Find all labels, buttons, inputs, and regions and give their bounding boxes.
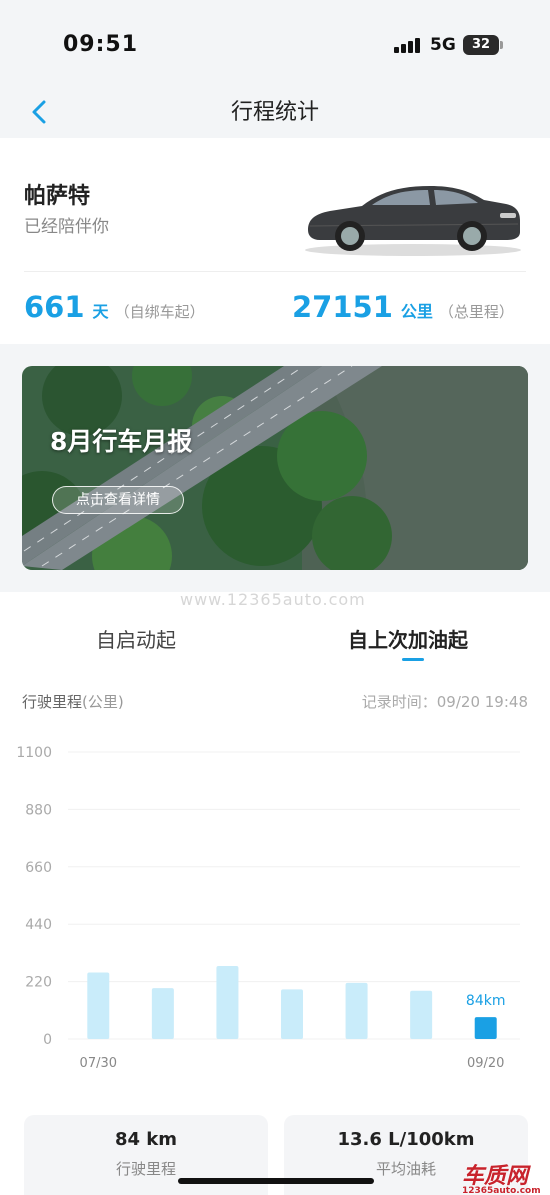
vehicle-card: 帕萨特 已经陪伴你 661 天 （自绑车起） 27151 公里 （总里程） — [0, 138, 550, 344]
days-value: 661 — [24, 290, 85, 324]
y-tick-label: 660 — [25, 860, 52, 876]
mileage-note: （总里程） — [438, 303, 514, 321]
network-type: 5G — [430, 35, 456, 55]
banner-title: 8月行车月报 — [50, 427, 193, 456]
x-tick-label: 07/30 — [80, 1056, 117, 1071]
car-image — [305, 186, 521, 256]
bar — [345, 982, 368, 1039]
bar — [281, 989, 303, 1039]
trip-stats-card: 自启动起 自上次加油起 行驶里程(公里) 记录时间：09/20 19:48 02… — [0, 592, 550, 1195]
vehicle-subtitle: 已经陪伴你 — [24, 217, 109, 237]
view-details-button[interactable]: 点击查看详情 — [52, 486, 184, 514]
battery-icon: 32 — [463, 35, 499, 55]
metric-distance-label: 行驶里程 — [115, 1160, 176, 1178]
bar — [410, 990, 433, 1039]
y-tick-label: 1100 — [16, 745, 52, 761]
bar — [151, 988, 174, 1039]
y-tick-label: 880 — [25, 802, 52, 818]
tab-since-start[interactable]: 自启动起 — [96, 624, 176, 653]
battery-tip — [500, 41, 503, 49]
home-indicator[interactable] — [178, 1178, 374, 1184]
chart-label: 行驶里程(公里) — [22, 691, 124, 712]
mileage-value: 27151 — [292, 290, 393, 324]
chart-label-unit: (公里) — [82, 693, 124, 711]
metric-fuel-value: 13.6 L/100km — [337, 1129, 475, 1150]
divider — [24, 271, 526, 272]
bar — [216, 965, 239, 1039]
y-tick-label: 220 — [25, 975, 52, 991]
tab-since-refuel[interactable]: 自上次加油起 — [348, 624, 468, 653]
site-logo: 车质网 12365auto.com — [462, 1158, 544, 1195]
y-tick-label: 440 — [25, 917, 52, 933]
monthly-report-banner[interactable]: 8月行车月报 点击查看详情 — [22, 366, 528, 570]
aerial-road-image — [22, 366, 528, 570]
data-label: 84km — [466, 993, 506, 1009]
record-time: 记录时间：09/20 19:48 — [361, 693, 528, 711]
vehicle-name: 帕萨特 — [24, 184, 91, 209]
tab-indicator — [402, 658, 424, 661]
days-unit: 天 — [92, 302, 109, 321]
watermark: www.12365auto.com — [180, 590, 366, 609]
signal-icon — [394, 37, 422, 53]
metric-distance-value: 84 km — [114, 1129, 178, 1150]
y-tick-label: 0 — [43, 1032, 52, 1048]
x-tick-label: 09/20 — [467, 1056, 504, 1071]
navigation-bar: 行程统计 — [0, 86, 550, 138]
mileage-bar-chart: 0 220 440 660 880 1100 07/30 09/20 84km — [16, 745, 520, 1071]
page-title: 行程统计 — [230, 100, 319, 125]
bar — [474, 1017, 497, 1039]
days-note: （自绑车起） — [114, 303, 205, 321]
bar — [87, 972, 110, 1039]
mileage-stat: 27151 公里 （总里程） — [292, 290, 514, 324]
chart-label-text: 行驶里程 — [22, 693, 83, 711]
site-logo-sub: 12365auto.com — [462, 1186, 541, 1195]
mileage-unit: 公里 — [400, 302, 433, 321]
days-stat: 661 天 （自绑车起） — [24, 290, 205, 324]
status-bar: 09:51 5G 32 — [0, 0, 550, 86]
status-time: 09:51 — [63, 32, 139, 57]
